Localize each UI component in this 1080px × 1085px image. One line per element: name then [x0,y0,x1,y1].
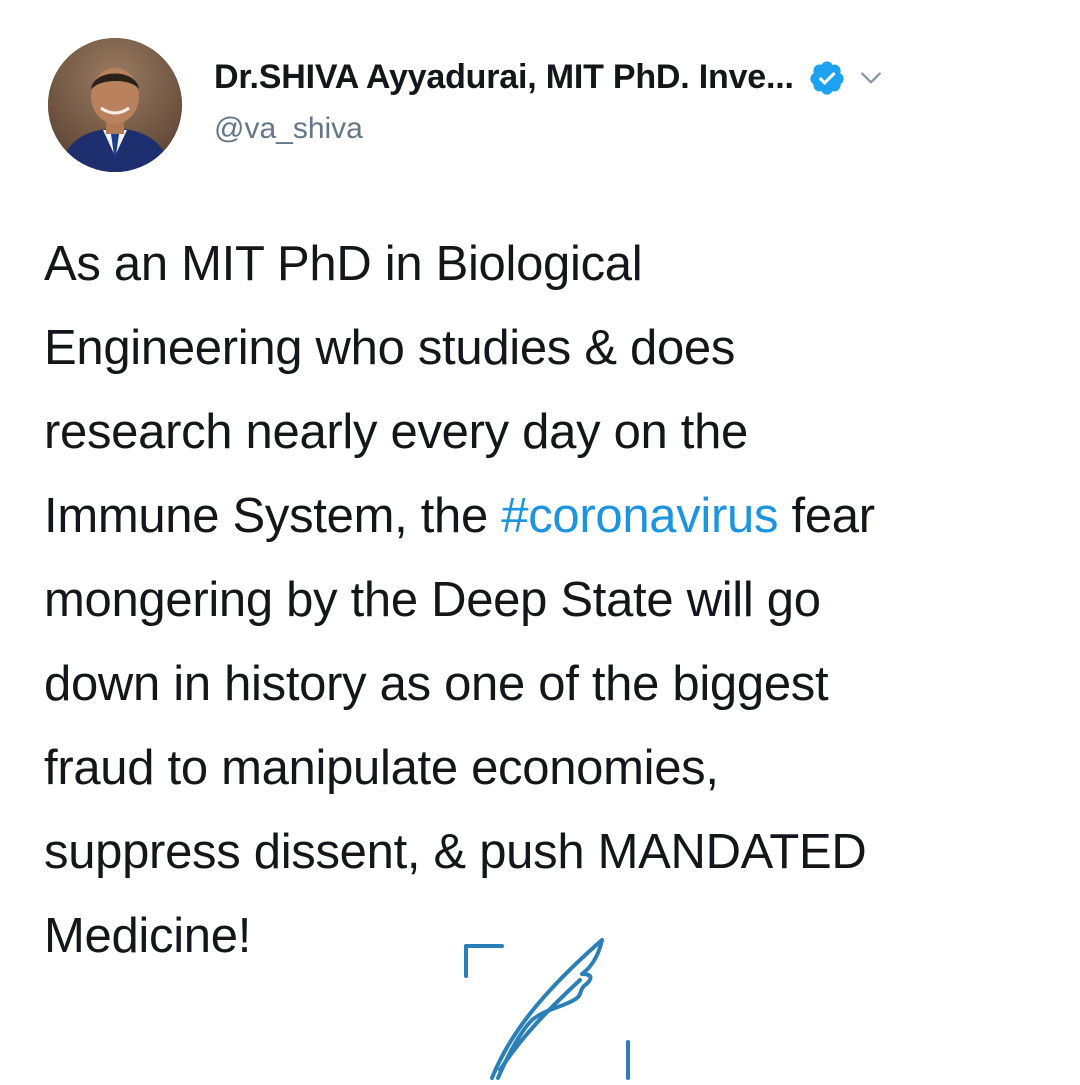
author-handle[interactable]: @va_shiva [214,112,363,146]
tweet-body: As an MIT PhD in Biological Engineering … [44,222,1054,978]
tweet-line: fraud to manipulate economies, [44,741,719,795]
tweet-line: Engineering who studies & does [44,321,736,375]
tweet-text-segment: fear [778,489,876,543]
author-row: Dr.SHIVA Ayyadurai, MIT PhD. Inve... [214,58,884,97]
tweet-text-segment: Immune System, the [44,489,502,543]
tweet-line: down in history as one of the biggest [44,657,829,711]
tweet-card: Dr.SHIVA Ayyadurai, MIT PhD. Inve... @va… [0,0,1080,1080]
profile-photo-icon [48,38,182,172]
feather-quill-icon [452,918,652,1080]
author-display-name[interactable]: Dr.SHIVA Ayyadurai, MIT PhD. Inve... [214,58,794,97]
verified-badge-icon [808,59,846,97]
tweet-line: mongering by the Deep State will go [44,573,821,627]
tweet-line: research nearly every day on the [44,405,749,459]
avatar[interactable] [48,38,182,172]
tweet-line: Immune System, the #coronavirus fear [44,474,1054,558]
tweet-line: As an MIT PhD in Biological [44,237,643,291]
hashtag-link[interactable]: #coronavirus [501,489,778,543]
tweet-line: suppress dissent, & push MANDATED [44,825,867,879]
chevron-down-icon[interactable] [858,65,884,91]
